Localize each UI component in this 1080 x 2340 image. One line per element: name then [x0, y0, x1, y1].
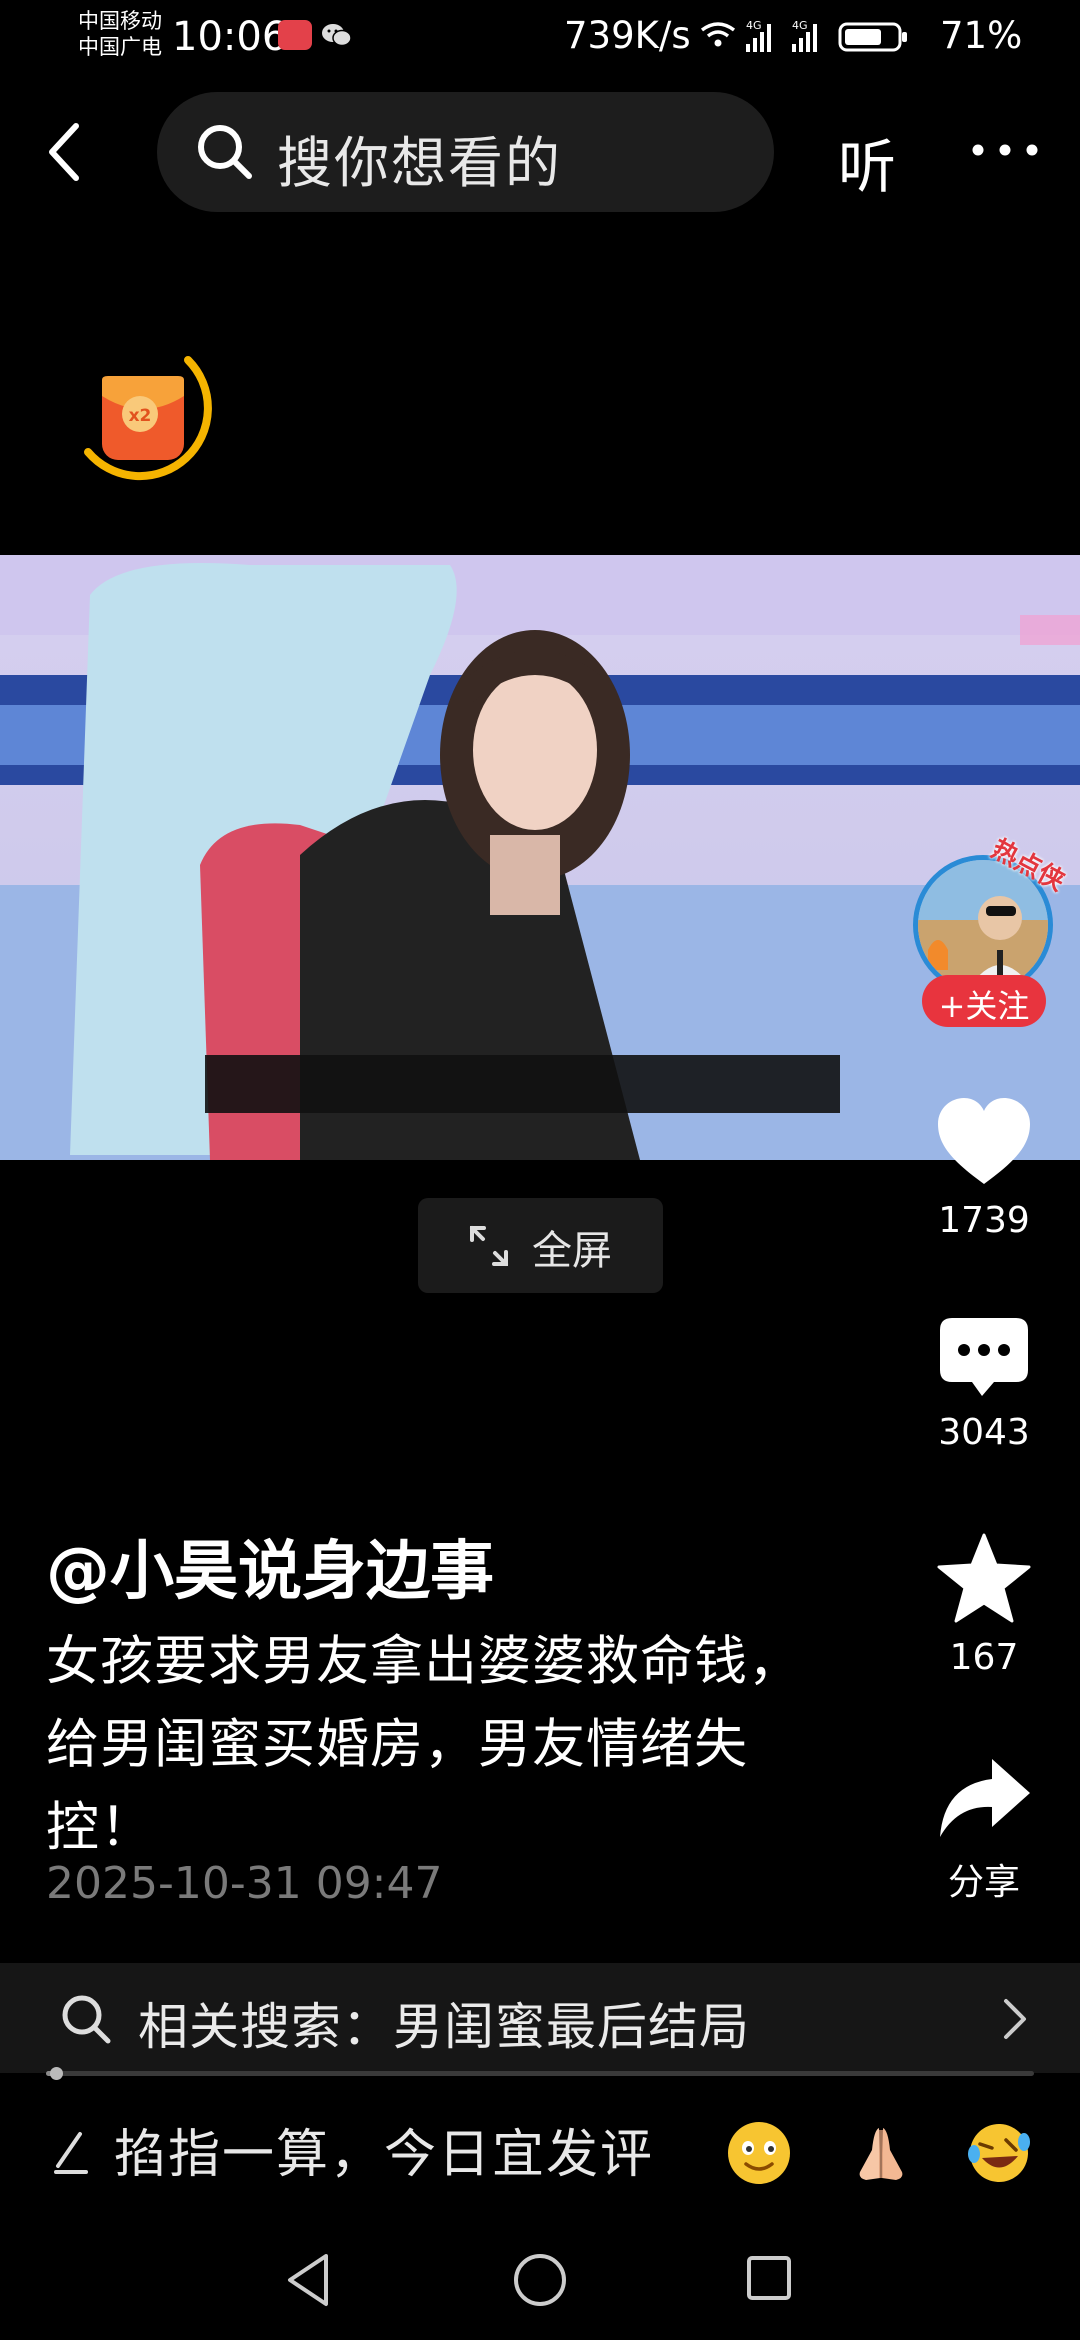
- related-search-bar[interactable]: 相关搜索：男闺蜜最后结局: [0, 1963, 1080, 2073]
- clock: 10:06: [172, 14, 288, 60]
- search-icon: [62, 1995, 111, 2044]
- more-dots-icon[interactable]: [970, 140, 1040, 160]
- share-button[interactable]: 分享: [914, 1755, 1054, 1905]
- video-description: 女孩要求男友拿出婆婆救命钱，给男闺蜜买婚房，男友情绪失控！: [46, 1631, 802, 1858]
- star-icon: [937, 1533, 1031, 1623]
- share-arrow-icon: [940, 1759, 1030, 1837]
- svg-text:4G: 4G: [746, 19, 762, 32]
- search-icon: [198, 125, 252, 179]
- search-bar[interactable]: 搜你想看的: [157, 92, 774, 212]
- wechat-icon: [322, 24, 352, 47]
- heart-icon: [938, 1098, 1030, 1184]
- video-progress-bar[interactable]: [46, 2067, 1034, 2080]
- status-bar: 中国移动 中国广电 10:06 739K/s 4G 4G 71%: [0, 0, 1080, 75]
- red-packet-reward-icon[interactable]: x2: [68, 340, 218, 490]
- like-count: 1739: [938, 1200, 1030, 1241]
- author-name[interactable]: @小昊说身边事: [46, 1520, 494, 1612]
- favorite-button[interactable]: 167: [914, 1533, 1054, 1678]
- video-player[interactable]: [0, 555, 1080, 1160]
- follow-button[interactable]: +关注: [922, 975, 1046, 1027]
- comment-input-bar[interactable]: 掐指一算，今日宜发评: [0, 2090, 1080, 2210]
- comment-bubble-icon: [940, 1318, 1028, 1396]
- back-button[interactable]: [40, 118, 96, 186]
- smile-emoji-icon[interactable]: [726, 2120, 792, 2186]
- like-button[interactable]: 1739: [914, 1096, 1054, 1241]
- nav-back-icon[interactable]: [284, 2252, 334, 2308]
- svg-text:x2: x2: [129, 406, 152, 426]
- carrier-1: 中国移动: [78, 9, 162, 33]
- pray-emoji-icon[interactable]: [848, 2120, 914, 2186]
- comment-count: 3043: [938, 1412, 1030, 1453]
- laughing-emoji-icon[interactable]: [966, 2120, 1032, 2186]
- chevron-right-icon: [1004, 1999, 1026, 2039]
- comment-button[interactable]: 3043: [914, 1316, 1054, 1453]
- fullscreen-button[interactable]: 全屏: [418, 1198, 663, 1293]
- follow-label: +关注: [938, 987, 1030, 1025]
- nav-recents-icon[interactable]: [745, 2254, 793, 2302]
- system-navigation-bar: [0, 2230, 1080, 2340]
- progress-handle[interactable]: [49, 2067, 63, 2080]
- huawei-app-icon: [278, 20, 312, 50]
- share-label: 分享: [947, 1862, 1020, 1903]
- svg-text:4G: 4G: [792, 19, 808, 32]
- signal-wifi-battery-icons: 4G 4G: [700, 19, 907, 52]
- nav-home-icon[interactable]: [512, 2252, 568, 2308]
- post-timestamp: 2025-10-31 09:47: [46, 1858, 443, 1909]
- network-speed: 739K/s: [564, 14, 691, 57]
- pen-icon: [54, 2132, 88, 2174]
- favorite-count: 167: [949, 1637, 1019, 1678]
- listen-button[interactable]: 听: [838, 120, 896, 204]
- fullscreen-label: 全屏: [532, 1228, 612, 1274]
- expand-icon: [470, 1226, 508, 1266]
- comment-placeholder: 掐指一算，今日宜发评: [114, 2125, 655, 2185]
- carrier-2: 中国广电: [78, 35, 162, 59]
- search-placeholder: 搜你想看的: [277, 131, 563, 195]
- battery-percent: 71%: [940, 14, 1023, 57]
- carrier-labels: 中国移动 中国广电: [78, 8, 162, 60]
- related-search-text: 相关搜索：男闺蜜最后结局: [138, 1998, 750, 2056]
